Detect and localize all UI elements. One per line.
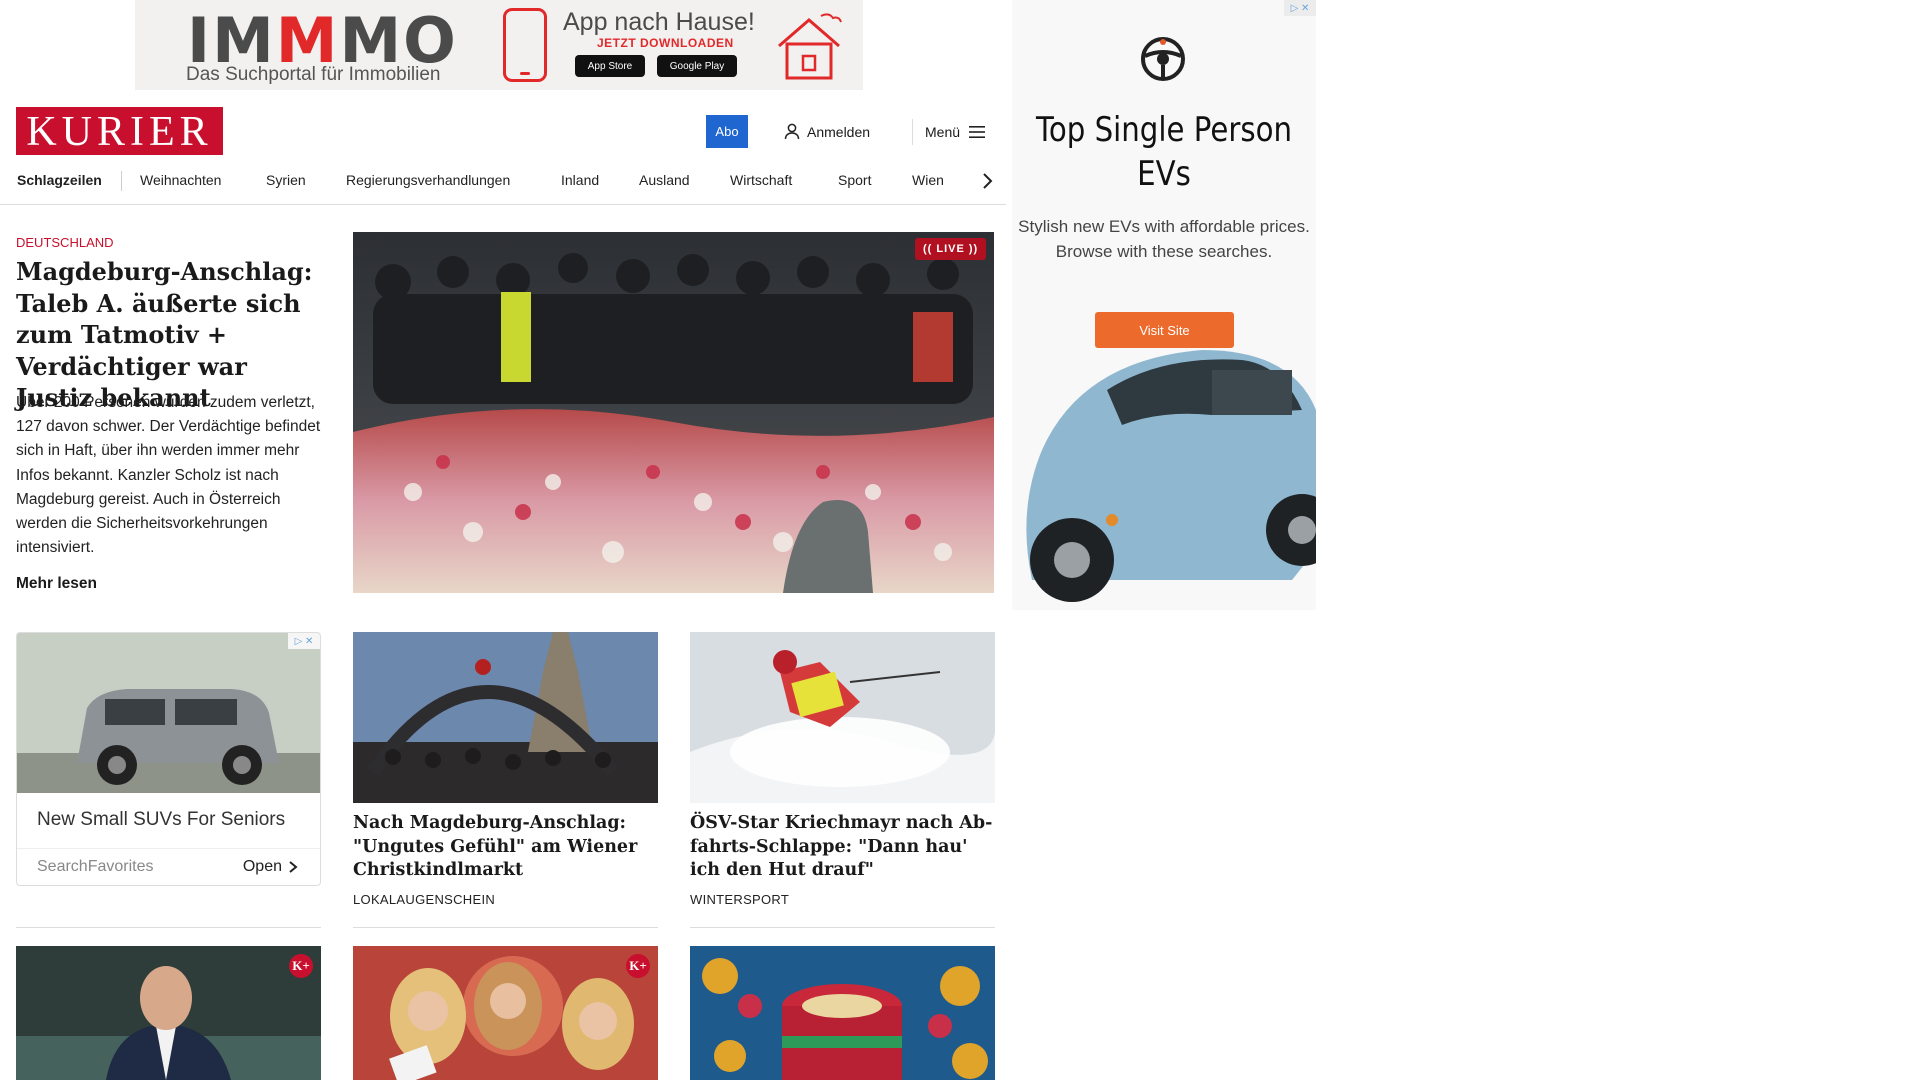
ev-car-photo [1026, 350, 1316, 602]
menu-label: Menü [925, 123, 961, 140]
teaser-kicker-wintersport: WINTERSPORT [690, 892, 790, 907]
visit-site-button[interactable]: Visit Site [1095, 312, 1234, 348]
nav-item-sport[interactable]: Sport [838, 172, 871, 188]
sidebar-ad-subtext: Stylish new EVs with affordable prices. … [1018, 217, 1310, 261]
teaser-photo-beauty-queens[interactable] [353, 946, 658, 1080]
nav-item-wirtschaft[interactable]: Wirtschaft [730, 172, 792, 188]
lead-photo-memorial[interactable] [353, 232, 994, 593]
lead-headline[interactable]: Magdeburg-Anschlag: Taleb A. äußerte sic… [16, 256, 326, 414]
ad-car-photo [17, 633, 320, 793]
read-more-link[interactable]: Mehr lesen [16, 575, 97, 593]
teaser-kicker-lokalaugenschein: LOKALAUGENSCHEIN [353, 892, 496, 907]
ad-open-button[interactable]: Open [243, 858, 298, 876]
top-banner-ad[interactable]: IMMMO Das Suchportal für Immobilien App … [135, 0, 863, 90]
chevron-right-icon[interactable] [976, 170, 998, 192]
teaser-photo-ski-racer[interactable] [690, 632, 995, 803]
nav-item-schlagzeilen[interactable]: Schlagzeilen [17, 172, 102, 188]
login-button[interactable]: Anmelden [784, 115, 870, 148]
ad-choices-icon[interactable]: ▷ ✕ [1284, 0, 1316, 16]
row-divider [16, 927, 321, 928]
ad-tagline: Das Suchportal für Immobilien [186, 64, 441, 85]
app-store-badge[interactable]: App Store [575, 55, 645, 77]
lead-kicker: DEUTSCHLAND [16, 235, 114, 250]
nav-item-weihnachten[interactable]: Weihnachten [140, 172, 221, 188]
teaser-photo-man-in-suit[interactable] [16, 946, 321, 1080]
live-badge: (( LIVE )) [915, 238, 987, 260]
nav-item-syrien[interactable]: Syrien [266, 172, 306, 188]
ad-app-title: App nach Hause! [563, 8, 755, 36]
steering-wheel-icon [1141, 37, 1185, 81]
teaser-headline-kriechmayr[interactable]: ÖSV-Star Kriechmayr nach Ab­fahrts-Schla… [690, 812, 995, 883]
chevron-right-icon [289, 861, 298, 873]
sidebar-ad-headline: Top Single Person EVs [1035, 110, 1293, 194]
premium-badge: K+ [289, 954, 313, 978]
ad-download-cta: JETZT DOWNLOADEN [597, 36, 734, 50]
ad-card-title: New Small SUVs For Seniors [37, 809, 286, 830]
nav-item-inland[interactable]: Inland [561, 172, 599, 188]
abo-button[interactable]: Abo [706, 115, 748, 148]
ad-choices-icon[interactable]: ▷ ✕ [288, 633, 320, 649]
nav-item-wien[interactable]: Wien [912, 172, 944, 188]
sidebar-ad[interactable]: ▷ ✕ Top Single Person EVs Stylish new EV… [1012, 0, 1316, 610]
nav-divider [121, 171, 122, 191]
login-label: Anmelden [807, 123, 871, 140]
google-play-badge[interactable]: Google Play [657, 55, 737, 77]
nav-item-regierungsverhandlungen[interactable]: Regierungsverhandlungen [346, 172, 510, 188]
row-divider [353, 927, 658, 928]
lead-summary: Über 200 Personen wurden zudem verletzt,… [16, 394, 321, 557]
ad-card-source: SearchFavorites [37, 858, 154, 875]
kurier-logo[interactable]: KURIER [16, 107, 223, 155]
row-divider [690, 927, 995, 928]
teaser-photo-christkindlmarkt[interactable] [353, 632, 658, 803]
menu-button[interactable]: Menü [925, 115, 986, 148]
user-icon [784, 123, 800, 140]
nav-item-ausland[interactable]: Ausland [639, 172, 690, 188]
header-divider [912, 119, 913, 145]
house-icon [778, 13, 842, 80]
ad-open-label: Open [242, 858, 282, 875]
premium-badge: K+ [626, 954, 650, 978]
hamburger-icon [969, 125, 986, 138]
teaser-photo-decorated-tin[interactable] [690, 946, 995, 1080]
native-ad-card[interactable]: ▷ ✕ New Small SUVs For Seniors SearchFav… [16, 632, 321, 886]
phone-icon [503, 8, 547, 82]
ad-card-divider [17, 848, 320, 849]
teaser-headline-christkindlmarkt[interactable]: Nach Magdeburg-Anschlag: "Un­gutes Gefüh… [353, 812, 658, 883]
section-nav: Schlagzeilen Weihnachten Syrien Regierun… [0, 162, 1006, 205]
